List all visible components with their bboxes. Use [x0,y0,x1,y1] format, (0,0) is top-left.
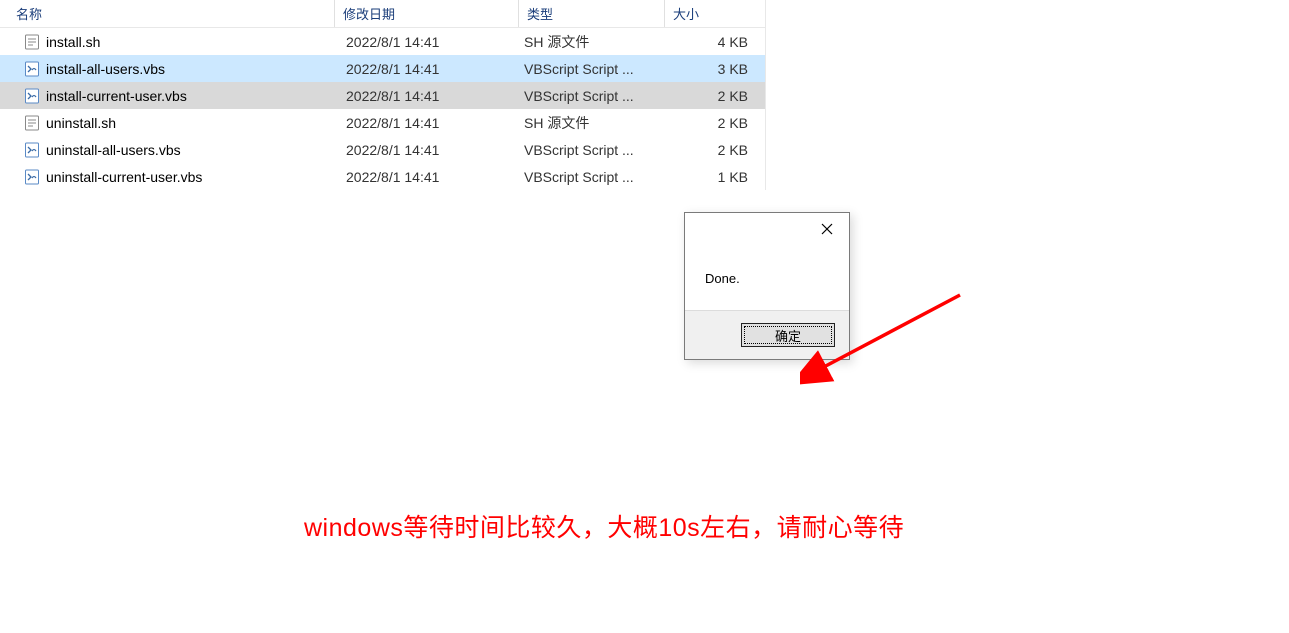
file-row[interactable]: uninstall.sh 2022/8/1 14:41SH 源文件2 KB [0,109,765,136]
file-size-cell: 2 KB [664,88,764,104]
file-type-cell: VBScript Script ... [518,88,664,104]
file-type-cell: SH 源文件 [518,113,664,133]
file-name-label: uninstall-current-user.vbs [46,169,202,185]
dialog-message: Done. [685,243,849,310]
file-row[interactable]: uninstall-current-user.vbs 2022/8/1 14:41… [0,163,765,190]
column-header-type[interactable]: 类型 [518,0,664,27]
column-header-name[interactable]: 名称 [0,0,334,27]
file-date-cell: 2022/8/1 14:41 [334,142,518,158]
column-header-row: 名称 修改日期 类型 大小 [0,0,765,28]
file-name-label: uninstall.sh [46,115,116,131]
file-row[interactable]: install-all-users.vbs 2022/8/1 14:41VBScr… [0,55,765,82]
vbs-file-icon [24,142,40,158]
file-date-cell: 2022/8/1 14:41 [334,34,518,50]
file-name-cell: uninstall.sh [0,115,334,131]
column-header-size[interactable]: 大小 [664,0,764,27]
file-name-label: install-all-users.vbs [46,61,165,77]
column-header-date[interactable]: 修改日期 [334,0,518,27]
vbs-file-icon [24,169,40,185]
file-type-cell: VBScript Script ... [518,61,664,77]
sh-file-icon [24,34,40,50]
file-name-cell: uninstall-current-user.vbs [0,169,334,185]
file-row[interactable]: install.sh 2022/8/1 14:41SH 源文件4 KB [0,28,765,55]
file-list: 名称 修改日期 类型 大小 install.sh2022/8/1 14:41SH… [0,0,766,190]
message-dialog: Done. 确定 [684,212,850,360]
file-size-cell: 1 KB [664,169,764,185]
file-date-cell: 2022/8/1 14:41 [334,169,518,185]
file-name-label: install-current-user.vbs [46,88,187,104]
file-name-label: install.sh [46,34,100,50]
file-name-cell: install.sh [0,34,334,50]
dialog-footer: 确定 [685,310,849,359]
annotation-caption: windows等待时间比较久，大概10s左右，请耐心等待 [304,508,904,544]
vbs-file-icon [24,61,40,77]
close-button[interactable] [807,215,847,243]
ok-button[interactable]: 确定 [741,323,835,347]
file-row[interactable]: uninstall-all-users.vbs 2022/8/1 14:41VBS… [0,136,765,163]
file-name-cell: install-all-users.vbs [0,61,334,77]
file-row[interactable]: install-current-user.vbs 2022/8/1 14:41VB… [0,82,765,109]
file-type-cell: VBScript Script ... [518,169,664,185]
file-type-cell: VBScript Script ... [518,142,664,158]
file-size-cell: 3 KB [664,61,764,77]
file-name-label: uninstall-all-users.vbs [46,142,181,158]
close-icon [821,223,833,235]
file-size-cell: 2 KB [664,115,764,131]
file-size-cell: 4 KB [664,34,764,50]
file-date-cell: 2022/8/1 14:41 [334,115,518,131]
sh-file-icon [24,115,40,131]
file-type-cell: SH 源文件 [518,32,664,52]
dialog-titlebar [685,213,849,243]
file-date-cell: 2022/8/1 14:41 [334,88,518,104]
file-size-cell: 2 KB [664,142,764,158]
file-name-cell: uninstall-all-users.vbs [0,142,334,158]
file-date-cell: 2022/8/1 14:41 [334,61,518,77]
file-name-cell: install-current-user.vbs [0,88,334,104]
vbs-file-icon [24,88,40,104]
